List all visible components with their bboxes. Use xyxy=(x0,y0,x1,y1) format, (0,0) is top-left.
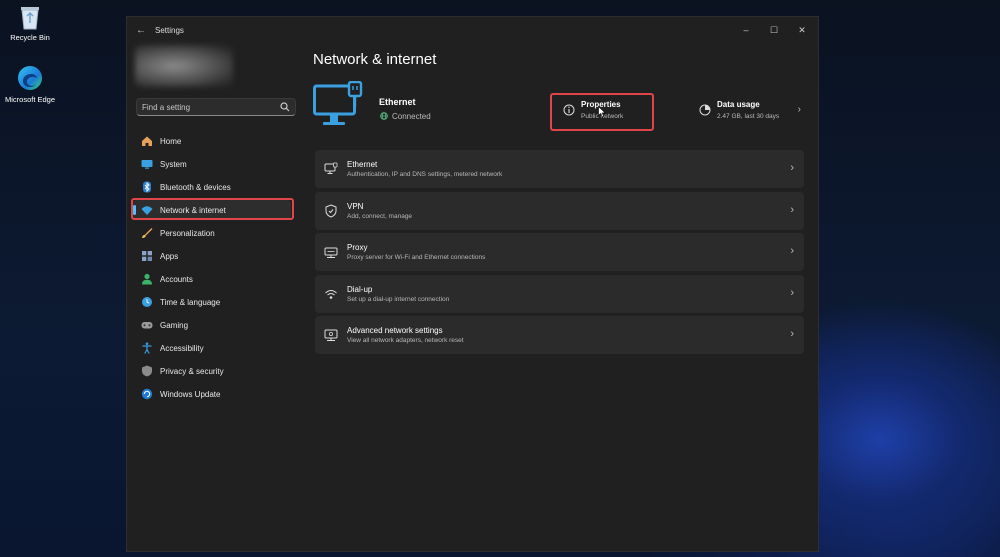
chevron-right-icon: › xyxy=(790,245,794,257)
time-language-icon xyxy=(142,297,152,307)
sidebar-item-apps[interactable]: Apps xyxy=(133,246,291,266)
bluetooth-icon xyxy=(143,181,151,193)
brush-icon xyxy=(142,228,153,238)
minimize-button[interactable]: – xyxy=(732,21,760,39)
card-advanced-network[interactable]: Advanced network settings View all netwo… xyxy=(315,316,804,354)
edge-icon xyxy=(18,66,42,90)
wifi-icon xyxy=(141,206,153,215)
home-icon xyxy=(142,136,152,146)
gaming-icon xyxy=(141,322,153,329)
accessibility-icon xyxy=(142,342,152,354)
card-vpn[interactable]: VPN Add, connect, manage › xyxy=(315,192,804,230)
sidebar-item-label: System xyxy=(160,160,187,169)
sidebar-item-label: Home xyxy=(160,137,182,146)
data-usage-icon xyxy=(699,104,711,116)
sidebar-item-accounts[interactable]: Accounts xyxy=(133,269,291,289)
card-proxy[interactable]: Proxy Proxy server for Wi-Fi and Etherne… xyxy=(315,233,804,271)
connected-globe-icon xyxy=(380,112,388,120)
selection-indicator xyxy=(133,205,136,215)
sidebar-item-privacy[interactable]: Privacy & security xyxy=(133,361,291,381)
chevron-right-icon: › xyxy=(797,104,801,115)
settings-window: ← Settings – ☐ ✕ Home System Bluetooth &… xyxy=(126,16,819,552)
ethernet-icon xyxy=(324,162,338,174)
desktop-icon-label: Microsoft Edge xyxy=(4,95,56,104)
chevron-right-icon: › xyxy=(790,204,794,216)
info-icon xyxy=(563,104,575,116)
card-title: Advanced network settings xyxy=(347,326,443,335)
sidebar-item-label: Privacy & security xyxy=(160,367,224,376)
sidebar-item-accessibility[interactable]: Accessibility xyxy=(133,338,291,358)
card-subtitle: View all network adapters, network reset xyxy=(347,337,464,344)
card-ethernet[interactable]: Ethernet Authentication, IP and DNS sett… xyxy=(315,150,804,188)
dialup-icon xyxy=(325,290,337,299)
sidebar-item-windows-update[interactable]: Windows Update xyxy=(133,384,291,404)
update-icon xyxy=(141,388,153,400)
search-box[interactable] xyxy=(136,98,296,116)
sidebar-item-bluetooth[interactable]: Bluetooth & devices xyxy=(133,177,291,197)
sidebar-item-home[interactable]: Home xyxy=(133,131,291,151)
sidebar-item-gaming[interactable]: Gaming xyxy=(133,315,291,335)
ethernet-monitor-icon xyxy=(313,81,363,125)
sidebar-item-label: Personalization xyxy=(160,229,215,238)
sidebar-item-label: Accessibility xyxy=(160,344,204,353)
mouse-cursor-icon xyxy=(598,106,606,118)
maximize-button[interactable]: ☐ xyxy=(760,21,788,39)
vpn-shield-icon xyxy=(325,204,337,218)
search-input[interactable] xyxy=(142,101,272,113)
search-icon xyxy=(280,102,290,112)
profile-avatar[interactable] xyxy=(135,45,233,87)
sidebar-item-label: Apps xyxy=(160,252,179,261)
back-arrow-icon[interactable]: ← xyxy=(136,25,148,37)
data-usage-title: Data usage xyxy=(717,100,760,109)
data-usage-subtitle: 2.47 GB, last 30 days xyxy=(717,113,780,120)
card-title: Proxy xyxy=(347,243,368,252)
sidebar-item-label: Gaming xyxy=(160,321,189,330)
page-title: Network & internet xyxy=(313,51,437,68)
sidebar-item-time-language[interactable]: Time & language xyxy=(133,292,291,312)
card-title: Dial-up xyxy=(347,285,373,294)
chevron-right-icon: › xyxy=(790,287,794,299)
card-subtitle: Add, connect, manage xyxy=(347,213,413,220)
sidebar-item-label: Accounts xyxy=(160,275,193,284)
proxy-icon xyxy=(324,247,338,258)
shield-icon xyxy=(142,365,152,377)
sidebar-item-label: Network & internet xyxy=(160,206,226,215)
sidebar-item-label: Bluetooth & devices xyxy=(160,183,231,192)
sidebar-item-network[interactable]: Network & internet xyxy=(133,200,291,220)
sidebar-item-personalization[interactable]: Personalization xyxy=(133,223,291,243)
chevron-right-icon: › xyxy=(790,328,794,340)
connection-name: Ethernet xyxy=(379,97,416,107)
close-button[interactable]: ✕ xyxy=(788,21,816,39)
sidebar-item-label: Time & language xyxy=(160,298,221,307)
desktop-icon-label: Recycle Bin xyxy=(10,33,50,42)
recycle-bin-icon xyxy=(21,7,39,30)
desktop-icon-recycle-bin[interactable]: Recycle Bin xyxy=(0,4,60,42)
chevron-right-icon: › xyxy=(790,162,794,174)
card-title: VPN xyxy=(347,202,364,211)
accounts-icon xyxy=(142,273,152,285)
window-title: Settings xyxy=(155,26,184,35)
sidebar-item-label: Windows Update xyxy=(160,390,221,399)
apps-icon xyxy=(142,251,152,261)
system-icon xyxy=(141,160,153,169)
advanced-network-icon xyxy=(324,329,338,341)
card-subtitle: Set up a dial-up internet connection xyxy=(347,296,450,303)
card-dial-up[interactable]: Dial-up Set up a dial-up internet connec… xyxy=(315,275,804,313)
connection-status: Connected xyxy=(392,112,431,121)
title-bar: ← Settings – ☐ ✕ xyxy=(127,17,818,45)
card-subtitle: Authentication, IP and DNS settings, met… xyxy=(347,171,503,178)
data-usage-tile[interactable]: Data usage 2.47 GB, last 30 days › xyxy=(695,97,805,127)
card-subtitle: Proxy server for Wi-Fi and Ethernet conn… xyxy=(347,254,486,261)
sidebar-item-system[interactable]: System xyxy=(133,154,291,174)
card-title: Ethernet xyxy=(347,160,378,169)
desktop-icon-edge[interactable]: Microsoft Edge xyxy=(0,64,60,104)
